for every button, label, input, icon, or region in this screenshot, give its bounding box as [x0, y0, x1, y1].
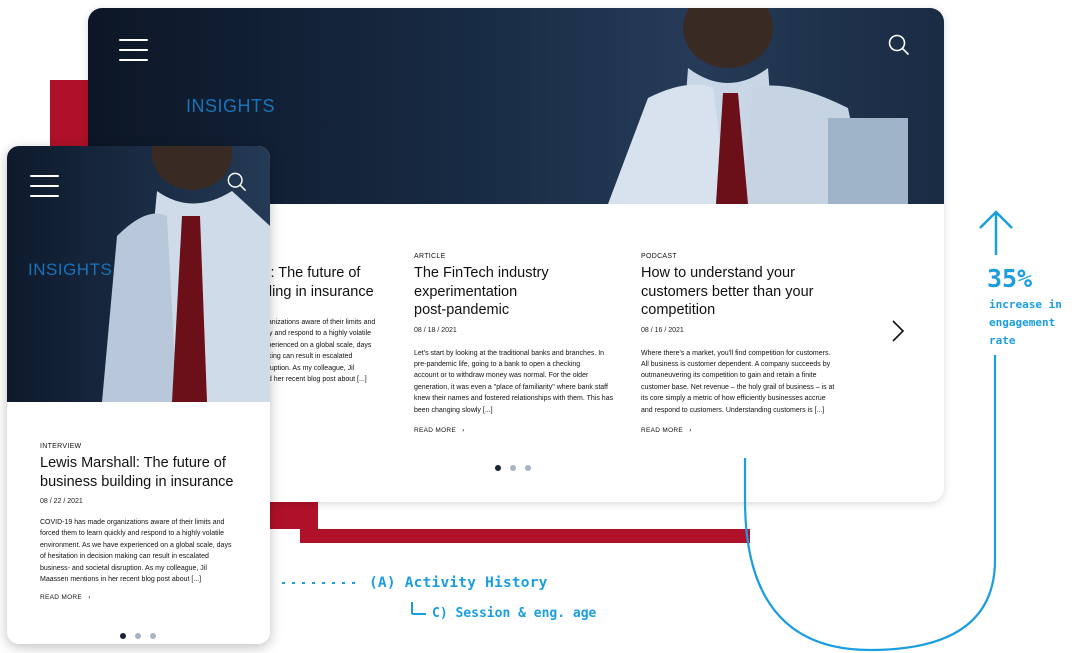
article-card-2[interactable]: ARTICLE The FinTech industry experimenta… — [414, 253, 624, 434]
card-title: ll: The future of ding in insurance — [264, 265, 374, 300]
annotation-session-engagement: C) Session & eng. age — [432, 606, 597, 621]
read-more-link[interactable]: READ MORE › — [641, 427, 851, 434]
chevron-right-icon: › — [689, 426, 692, 434]
card-excerpt: COVID-19 has made organizations aware of… — [40, 519, 232, 584]
menu-icon[interactable] — [119, 39, 148, 69]
carousel-dot[interactable] — [150, 633, 156, 639]
card-excerpt: Let's start by looking at the traditiona… — [414, 349, 614, 414]
carousel-next-arrow-icon[interactable] — [891, 319, 905, 343]
carousel-dot[interactable] — [135, 633, 141, 639]
mobile-mockup: INSIGHTS INTERVIEW Lewis Marshall: The f… — [7, 146, 270, 644]
card-tag: INTERVIEW — [40, 443, 82, 450]
card-tag: ARTICLE — [414, 253, 446, 260]
stat-value: 35% — [987, 264, 1033, 293]
card-date: 08 / 22 / 2021 — [40, 498, 83, 505]
red-accent-bottom-bar — [300, 529, 750, 543]
page-title: INSIGHTS — [28, 260, 113, 279]
chevron-right-icon: › — [88, 594, 91, 602]
article-card-3[interactable]: PODCAST How to understand your customers… — [641, 253, 851, 434]
stat-label: increase in engagement rate — [989, 298, 1062, 347]
red-accent-bottom-block — [268, 499, 318, 529]
card-date: 08 / 16 / 2021 — [641, 326, 684, 334]
card-date: 08 / 18 / 2021 — [414, 326, 457, 334]
carousel-dots — [495, 458, 540, 476]
read-more-link[interactable]: READ MORE › — [40, 594, 255, 601]
card-tag: PODCAST — [641, 253, 677, 260]
card-excerpt: Where there's a market, you'll find comp… — [641, 349, 835, 414]
article-card-1[interactable]: ll: The future of ding in insurance gani… — [264, 264, 389, 385]
page-title: INSIGHTS — [186, 96, 276, 116]
card-title: How to understand your customers better … — [641, 265, 814, 318]
mobile-hero: INSIGHTS — [7, 146, 270, 402]
chevron-right-icon: › — [462, 426, 465, 434]
search-icon[interactable] — [227, 172, 247, 192]
carousel-dot-active[interactable] — [120, 633, 126, 639]
carousel-dot[interactable] — [510, 465, 516, 471]
menu-icon[interactable] — [30, 175, 59, 205]
card-excerpt: ganizations aware of their limits and kl… — [264, 319, 376, 384]
carousel-dot-active[interactable] — [495, 465, 501, 471]
search-icon[interactable] — [888, 34, 910, 56]
carousel-dots — [120, 626, 165, 644]
card-title: Lewis Marshall: The future of business b… — [40, 455, 234, 490]
card-title: The FinTech industry experimentation pos… — [414, 265, 549, 318]
read-more-link[interactable]: READ MORE › — [414, 427, 624, 434]
annotation-activity-history: (A) Activity History — [369, 575, 548, 591]
carousel-dot[interactable] — [525, 465, 531, 471]
article-card[interactable]: INTERVIEW Lewis Marshall: The future of … — [40, 443, 255, 601]
